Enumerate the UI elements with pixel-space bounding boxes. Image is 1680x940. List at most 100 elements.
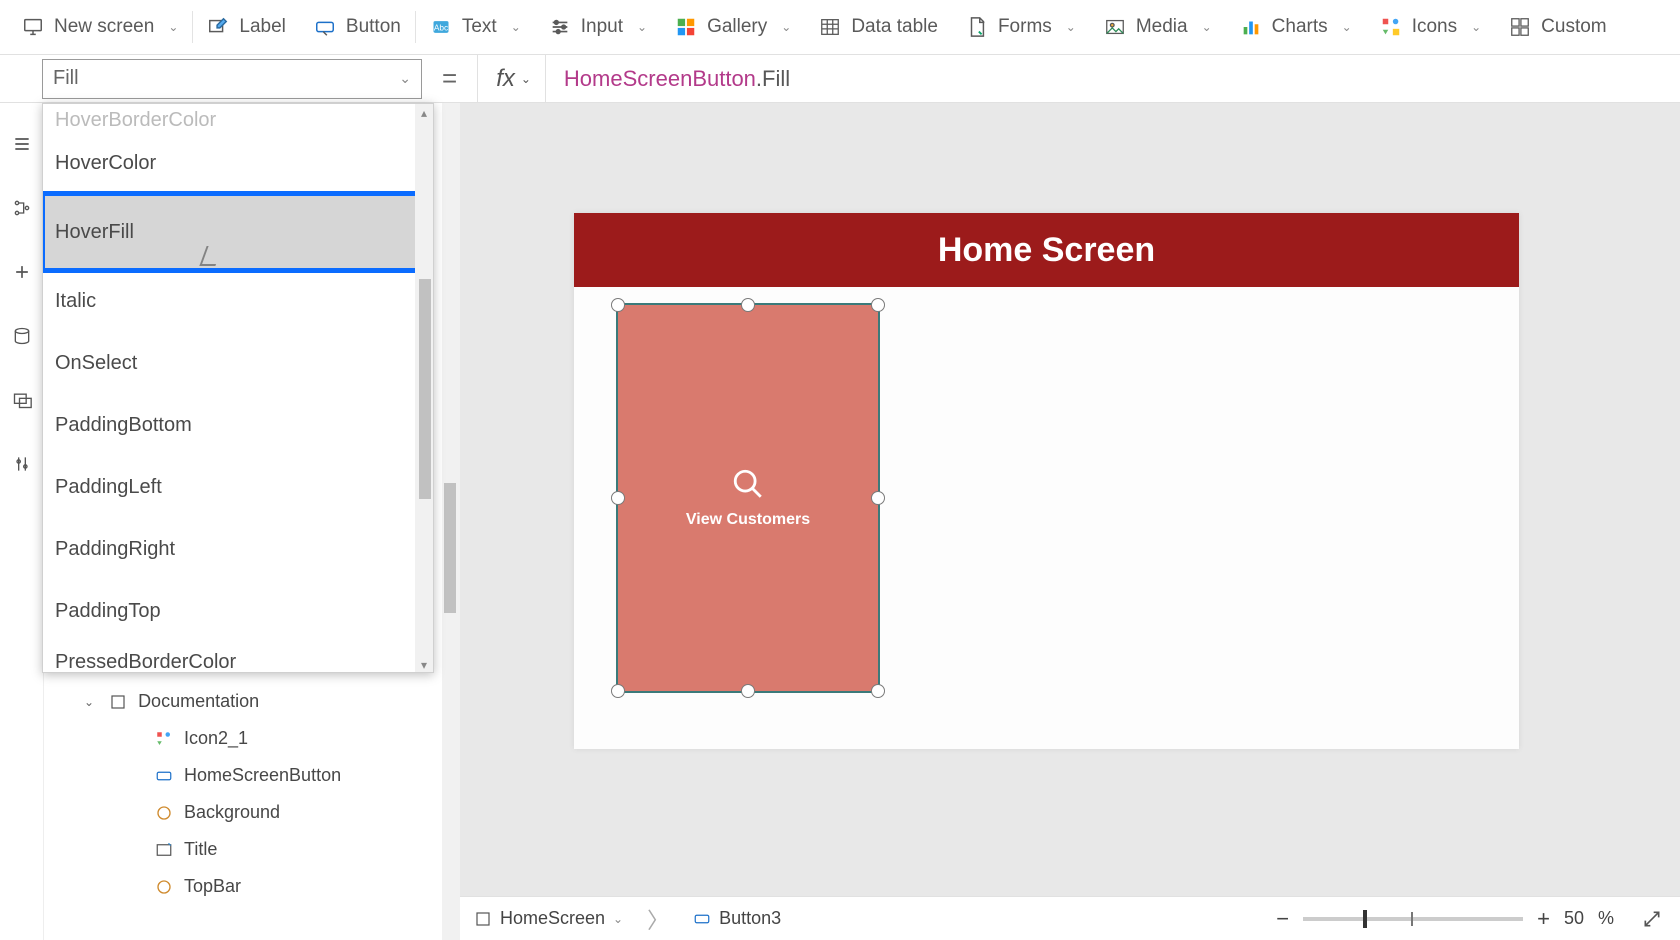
equals-sign: = [422, 63, 477, 94]
zoom-thumb[interactable] [1363, 910, 1367, 928]
label-button[interactable]: Label [193, 0, 300, 54]
tree-view-icon[interactable] [11, 197, 33, 219]
selected-control[interactable]: View Customers [616, 303, 880, 693]
icons-icon [1380, 16, 1402, 38]
zoom-out-button[interactable]: − [1276, 906, 1289, 932]
breadcrumb-screen[interactable]: HomeScreen ⌄ [462, 904, 635, 933]
property-dropdown[interactable]: HoverBorderColor HoverColor HoverFill It… [42, 103, 434, 673]
zoom-value: 50 [1564, 908, 1584, 929]
zoom-slider[interactable] [1303, 917, 1523, 921]
forms-menu[interactable]: Forms ⌄ [952, 0, 1090, 54]
gallery-label: Gallery [707, 16, 767, 38]
chevron-down-icon: ⌄ [1066, 20, 1076, 34]
gallery-menu[interactable]: Gallery ⌄ [661, 0, 805, 54]
panel-scrollbar[interactable] [442, 103, 460, 940]
label-edit-icon [207, 16, 229, 38]
tree-item[interactable]: HomeScreenButton [44, 757, 444, 794]
gallery-icon [675, 16, 697, 38]
charts-menu[interactable]: Charts ⌄ [1226, 0, 1366, 54]
property-option[interactable]: PaddingTop [43, 580, 433, 642]
button-icon [154, 766, 174, 786]
scroll-up-icon[interactable]: ▴ [418, 106, 430, 118]
custom-label: Custom [1541, 16, 1606, 38]
breadcrumb-separator: 〉 [639, 903, 677, 935]
property-option[interactable]: PaddingRight [43, 518, 433, 580]
table-icon [819, 16, 841, 38]
custom-menu[interactable]: Custom [1495, 0, 1620, 54]
zoom-unit: % [1598, 908, 1614, 929]
tree-item[interactable]: TopBar [44, 868, 444, 905]
scroll-down-icon[interactable]: ▾ [418, 658, 430, 670]
breadcrumb-control-label: Button3 [719, 908, 781, 929]
tree-item-label: TopBar [184, 876, 241, 897]
property-option-highlighted[interactable]: HoverFill [43, 194, 433, 270]
forms-icon [966, 16, 988, 38]
tree-item[interactable]: Title [44, 831, 444, 868]
fullscreen-icon[interactable] [1642, 909, 1662, 929]
chevron-down-icon: ⌄ [84, 695, 94, 709]
chevron-down-icon: ⌄ [511, 20, 521, 34]
hamburger-icon[interactable] [11, 133, 33, 155]
datatable-button[interactable]: Data table [805, 0, 952, 54]
text-menu[interactable]: Abc Text ⌄ [416, 0, 535, 54]
status-bar: HomeScreen ⌄ 〉 Button3 − + 50 % [444, 896, 1680, 940]
scrollbar-track[interactable]: ▴ ▾ [415, 104, 433, 672]
breadcrumb-screen-label: HomeScreen [500, 908, 605, 929]
icons-menu[interactable]: Icons ⌄ [1366, 0, 1495, 54]
input-menu[interactable]: Input ⌄ [535, 0, 661, 54]
resize-handle[interactable] [871, 491, 885, 505]
resize-handle[interactable] [611, 298, 625, 312]
resize-handle[interactable] [871, 684, 885, 698]
screen-icon [474, 910, 492, 928]
property-option[interactable]: PaddingLeft [43, 456, 433, 518]
plus-icon[interactable] [11, 261, 33, 283]
resize-handle[interactable] [741, 298, 755, 312]
advanced-icon[interactable] [11, 453, 33, 475]
tree-item[interactable]: Icon2_1 [44, 720, 444, 757]
label-label: Label [239, 16, 286, 38]
input-label: Input [581, 16, 623, 38]
resize-handle[interactable] [871, 298, 885, 312]
zoom-in-button[interactable]: + [1537, 906, 1550, 932]
screen-stage[interactable]: Home Screen View Customers [574, 213, 1519, 749]
property-selector-value: Fill [53, 67, 79, 90]
formula-property: .Fill [756, 66, 790, 92]
tree-view-panel: HoverBorderColor HoverColor HoverFill It… [44, 103, 444, 940]
media-panel-icon[interactable] [11, 389, 33, 411]
scrollbar-thumb[interactable] [419, 279, 431, 499]
scrollbar-thumb[interactable] [444, 483, 456, 613]
fx-button[interactable]: fx ⌄ [477, 55, 546, 102]
breadcrumb-control[interactable]: Button3 [681, 904, 793, 933]
chevron-down-icon: ⌄ [168, 20, 178, 34]
media-icon [1104, 16, 1126, 38]
property-option[interactable]: PressedBorderColor [43, 642, 433, 673]
button-button[interactable]: Button [300, 0, 415, 54]
property-option[interactable]: HoverBorderColor [43, 104, 433, 132]
property-selector[interactable]: Fill ⌄ [42, 59, 422, 99]
shape-icon [154, 877, 174, 897]
resize-handle[interactable] [611, 684, 625, 698]
media-menu[interactable]: Media ⌄ [1090, 0, 1226, 54]
sliders-icon [549, 16, 571, 38]
screen-title-bar: Home Screen [574, 213, 1519, 287]
tree-item[interactable]: Background [44, 794, 444, 831]
property-option[interactable]: Italic [43, 270, 433, 332]
property-option[interactable]: OnSelect [43, 332, 433, 394]
chevron-down-icon: ⌄ [521, 72, 531, 86]
svg-text:Abc: Abc [434, 22, 448, 32]
canvas[interactable]: Home Screen View Customers [444, 103, 1680, 940]
resize-handle[interactable] [611, 491, 625, 505]
data-icon[interactable] [11, 325, 33, 347]
tree-item-label: Title [184, 839, 217, 860]
tree-list: ⌄ Documentation Icon2_1 HomeScreenButton [44, 675, 444, 905]
formula-input[interactable]: HomeScreenButton.Fill [546, 66, 808, 92]
selected-control-content: View Customers [618, 305, 878, 691]
zoom-tick [1411, 912, 1413, 926]
chevron-down-icon: ⌄ [399, 70, 411, 87]
tree-group[interactable]: ⌄ Documentation [44, 683, 444, 720]
new-screen-menu[interactable]: New screen ⌄ [8, 0, 192, 54]
text-label: Text [462, 16, 497, 38]
property-option[interactable]: PaddingBottom [43, 394, 433, 456]
resize-handle[interactable] [741, 684, 755, 698]
property-option[interactable]: HoverColor [43, 132, 433, 194]
